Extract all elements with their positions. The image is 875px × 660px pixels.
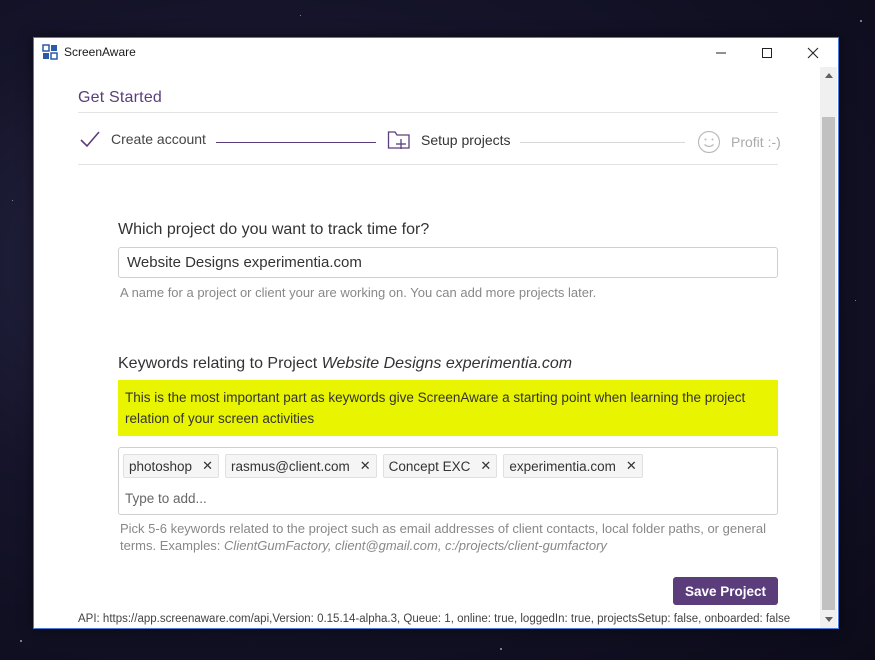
main-content: Get Started Create account Setup project… bbox=[34, 67, 820, 628]
folder-add-icon bbox=[387, 130, 411, 150]
scroll-up-icon[interactable] bbox=[820, 67, 837, 84]
step-profit: Profit :-) bbox=[697, 130, 781, 154]
keywords-label: Keywords relating to Project Website Des… bbox=[118, 355, 572, 373]
tag-remove-icon[interactable]: ✕ bbox=[626, 458, 637, 474]
project-name-input[interactable] bbox=[118, 247, 778, 278]
tag-label: Concept EXC bbox=[388, 458, 471, 474]
keyword-tag: Concept EXC ✕ bbox=[382, 454, 498, 478]
step-label: Profit :-) bbox=[731, 134, 781, 150]
smiley-icon bbox=[697, 130, 721, 154]
status-bar-text: API: https://app.screenaware.com/api,Ver… bbox=[78, 613, 791, 625]
close-icon[interactable] bbox=[790, 38, 836, 67]
title-bar[interactable]: ScreenAware bbox=[34, 38, 838, 67]
scroll-down-icon[interactable] bbox=[820, 611, 837, 628]
tag-label: rasmus@client.com bbox=[230, 458, 350, 474]
keywords-callout: This is the most important part as keywo… bbox=[118, 380, 778, 436]
keywords-label-project: Website Designs experimentia.com bbox=[321, 355, 573, 372]
maximize-icon[interactable] bbox=[744, 38, 790, 67]
tag-remove-icon[interactable]: ✕ bbox=[480, 458, 491, 474]
step-progress-line bbox=[520, 142, 685, 143]
tag-label: experimentia.com bbox=[509, 458, 616, 474]
keyword-add-input[interactable] bbox=[125, 488, 425, 508]
keywords-label-prefix: Keywords relating to Project bbox=[118, 355, 318, 372]
keywords-hint-examples: ClientGumFactory, client@gmail.com, c:/p… bbox=[224, 538, 607, 553]
keyword-tag: rasmus@client.com ✕ bbox=[224, 454, 377, 478]
step-label: Create account bbox=[111, 131, 206, 147]
tag-list: photoshop ✕ rasmus@client.com ✕ Concept … bbox=[123, 454, 643, 478]
vertical-scrollbar[interactable] bbox=[820, 67, 837, 628]
app-logo-icon bbox=[42, 44, 58, 60]
tag-remove-icon[interactable]: ✕ bbox=[202, 458, 213, 474]
step-label: Setup projects bbox=[421, 132, 511, 148]
keywords-tag-box[interactable]: photoshop ✕ rasmus@client.com ✕ Concept … bbox=[118, 447, 778, 515]
checkmark-icon bbox=[79, 130, 101, 148]
keywords-hint: Pick 5-6 keywords related to the project… bbox=[120, 520, 780, 554]
app-window: ScreenAware Get Started Create account S… bbox=[33, 37, 839, 629]
scrollbar-thumb[interactable] bbox=[822, 117, 835, 610]
save-project-button[interactable]: Save Project bbox=[673, 577, 778, 605]
keyword-tag: photoshop ✕ bbox=[123, 454, 219, 478]
step-progress-line bbox=[216, 142, 376, 143]
tag-label: photoshop bbox=[129, 458, 193, 474]
minimize-icon[interactable] bbox=[698, 38, 744, 67]
tag-remove-icon[interactable]: ✕ bbox=[360, 458, 371, 474]
project-hint: A name for a project or client your are … bbox=[120, 285, 597, 300]
divider bbox=[78, 112, 778, 113]
window-title: ScreenAware bbox=[64, 45, 136, 59]
divider bbox=[78, 164, 778, 165]
step-create-account: Create account bbox=[79, 130, 206, 148]
project-question: Which project do you want to track time … bbox=[118, 221, 430, 238]
step-setup-projects: Setup projects bbox=[387, 130, 511, 150]
keyword-tag: experimentia.com ✕ bbox=[503, 454, 643, 478]
page-title: Get Started bbox=[78, 89, 163, 106]
